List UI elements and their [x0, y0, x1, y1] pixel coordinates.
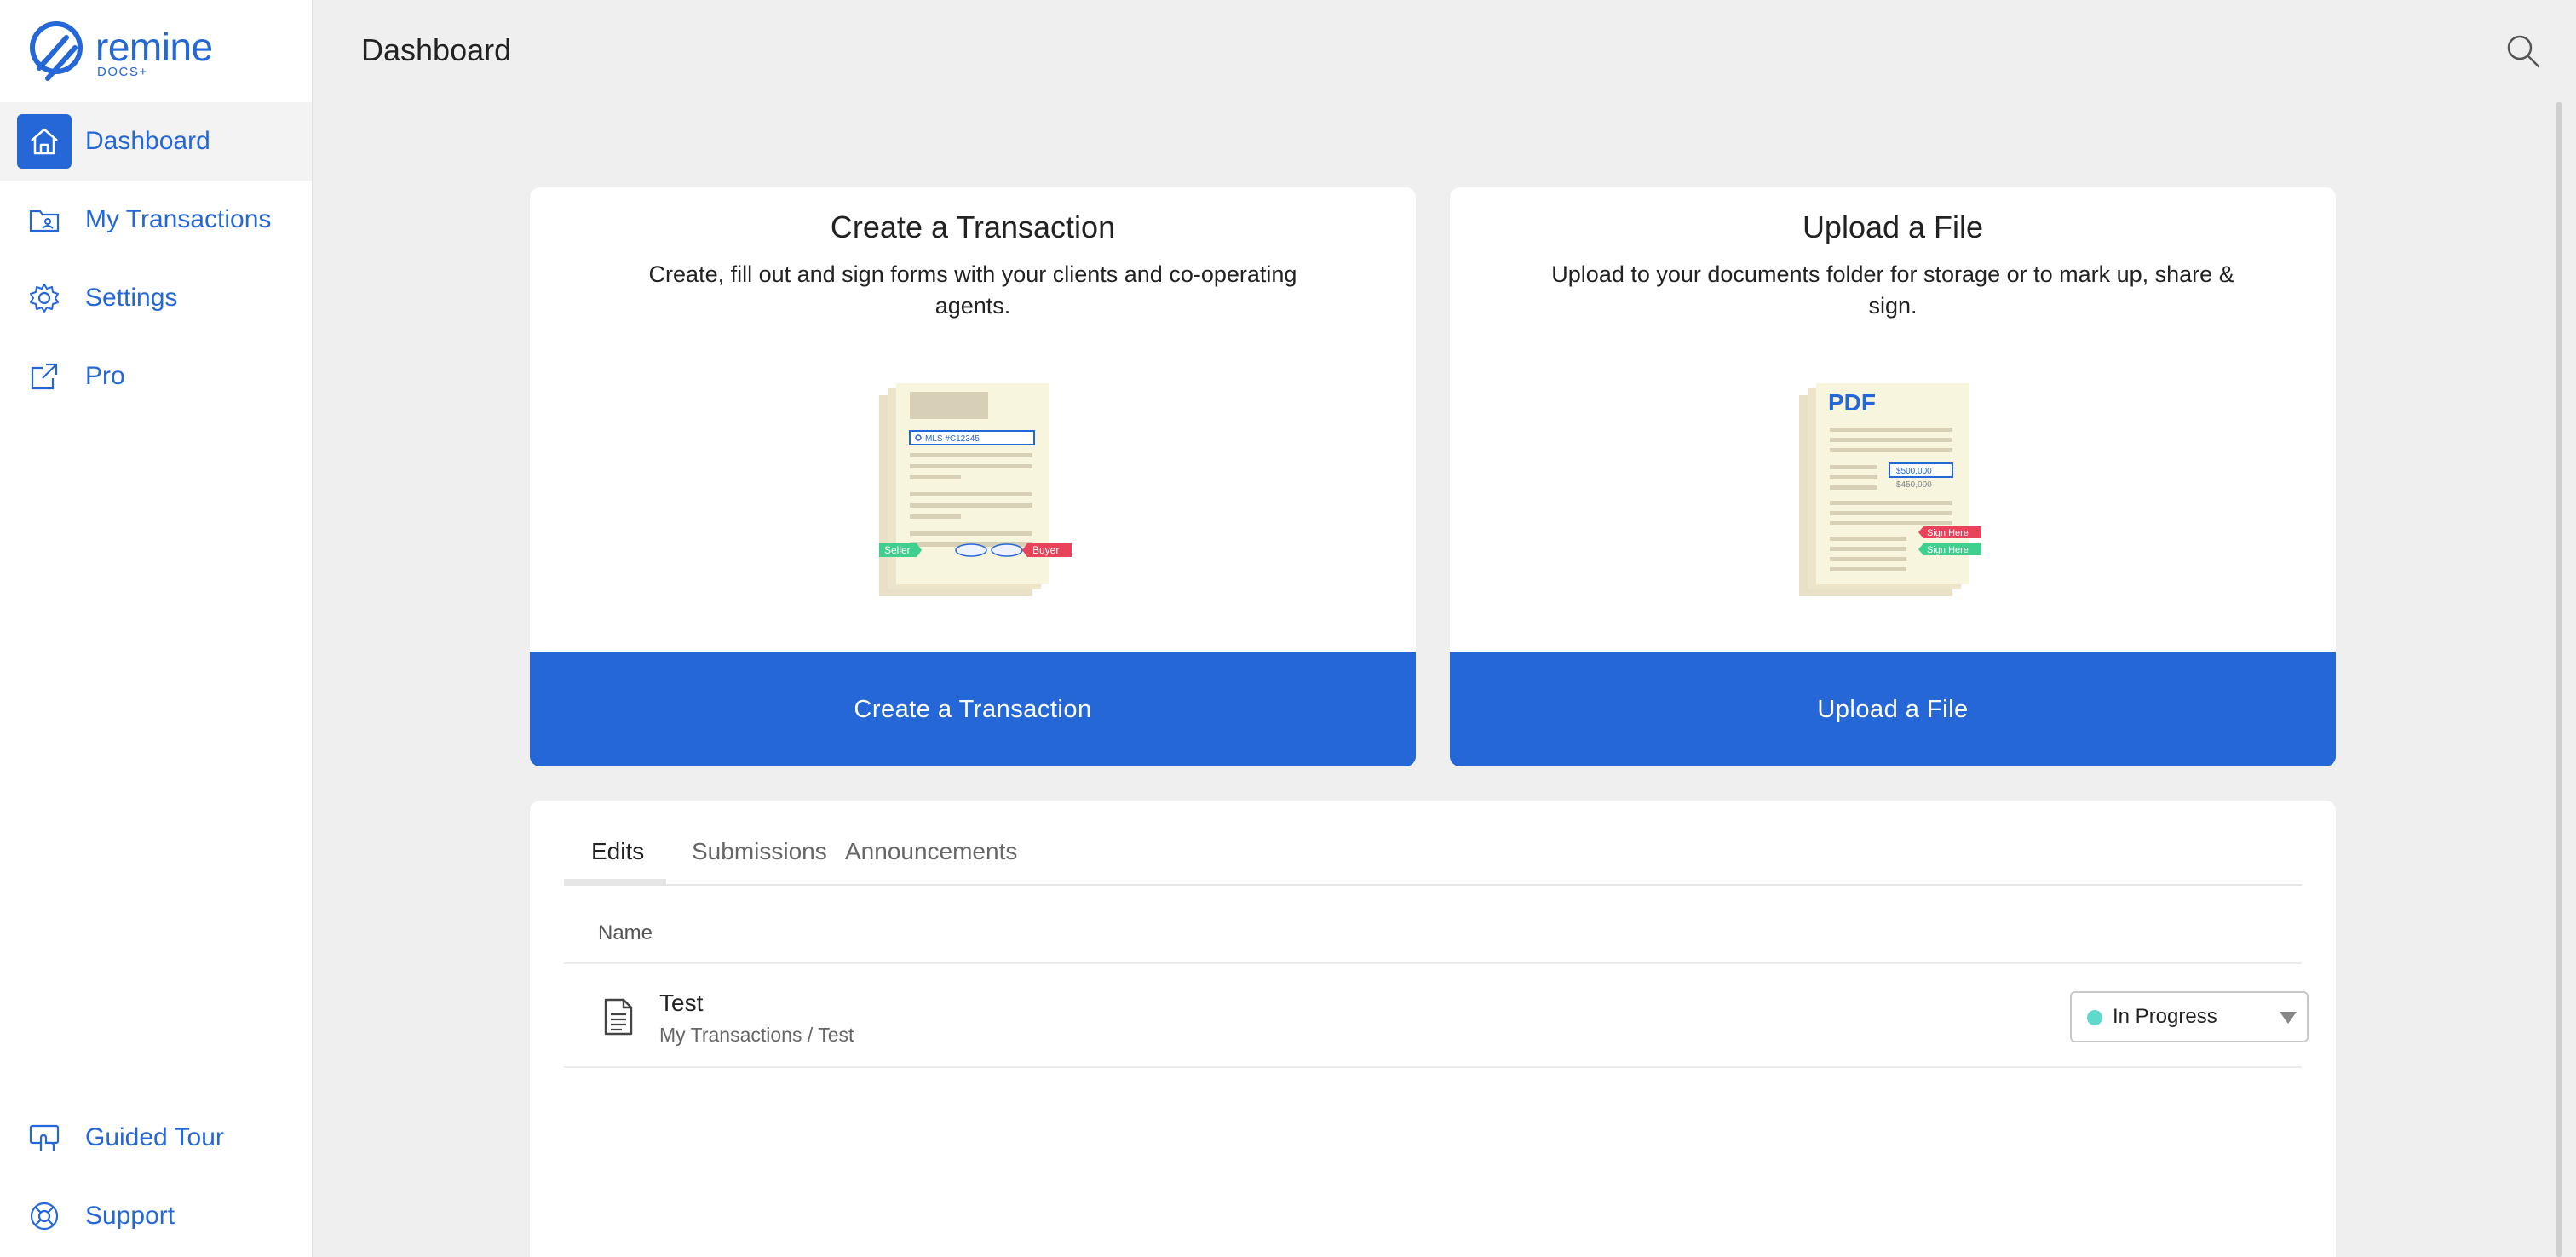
create-transaction-card: Create a Transaction Create, fill out an…	[530, 187, 1416, 766]
old-price-text: $450,000	[1896, 480, 1932, 490]
row-name[interactable]: Test	[659, 990, 703, 1017]
column-header-name[interactable]: Name	[598, 921, 653, 945]
sidebar-item-support[interactable]: Support	[0, 1177, 312, 1255]
sidebar-item-label: Pro	[85, 362, 125, 390]
activity-panel: Edits Submissions Announcements Name Tes…	[530, 801, 2336, 1257]
sign-here-tag: Sign Here	[1927, 528, 1969, 538]
remine-logo-mark-icon	[30, 21, 83, 81]
buyer-tag: Buyer	[1032, 544, 1059, 556]
upload-file-button[interactable]: Upload a File	[1450, 652, 2336, 766]
sidebar-item-settings[interactable]: Settings	[0, 259, 312, 337]
remine-logo[interactable]: remine DOCS+	[27, 19, 223, 83]
sidebar-item-label: Settings	[85, 284, 178, 312]
mls-text: MLS #C12345	[925, 434, 980, 444]
table-row[interactable]: Test My Transactions / Test In Progress	[564, 964, 2309, 1068]
create-transaction-button[interactable]: Create a Transaction	[530, 652, 1416, 766]
scrollbar[interactable]	[2556, 102, 2562, 1257]
tab-announcements[interactable]: Announcements	[845, 838, 1017, 886]
search-icon	[2507, 35, 2540, 68]
transaction-document-illustration: MLS #C12345 Seller Buyer	[879, 383, 1072, 596]
status-value: In Progress	[2113, 1005, 2217, 1028]
pdf-document-illustration: PDF $500,000 $450,000 Sign Here Sign Her…	[1799, 383, 1981, 596]
new-price-text: $500,000	[1896, 467, 1932, 476]
tab-edits[interactable]: Edits	[591, 838, 644, 886]
folder-icon	[17, 192, 72, 247]
seller-tag: Seller	[884, 544, 911, 556]
external-link-icon	[17, 349, 72, 404]
sidebar-item-label: My Transactions	[85, 205, 272, 233]
card-title: Upload a File	[1802, 210, 1984, 244]
logo-subtext: DOCS+	[97, 65, 148, 79]
status-dot	[2087, 1010, 2102, 1025]
upload-file-card: Upload a File Upload to your documents f…	[1450, 187, 2336, 766]
card-title: Create a Transaction	[830, 210, 1116, 244]
card-description: Create, fill out and sign forms with you…	[648, 261, 1297, 319]
sidebar-item-guided-tour[interactable]: Guided Tour	[0, 1099, 312, 1177]
guided-tour-icon	[17, 1111, 72, 1165]
document-icon	[604, 998, 633, 1036]
sidebar: remine DOCS+ Dashboard My Transactions S…	[0, 0, 313, 1257]
card-description: Upload to your documents folder for stor…	[1551, 261, 2234, 319]
sidebar-item-label: Dashboard	[85, 127, 210, 155]
search-button[interactable]	[2504, 32, 2542, 70]
chevron-down-icon	[2280, 1012, 2297, 1024]
status-dropdown[interactable]: In Progress	[2070, 991, 2309, 1042]
pdf-badge: PDF	[1828, 389, 1876, 416]
logo-text: remine	[95, 25, 213, 69]
tab-bar: Edits Submissions Announcements	[564, 801, 2302, 886]
sidebar-item-pro[interactable]: Pro	[0, 337, 312, 416]
sidebar-item-label: Support	[85, 1202, 175, 1230]
sidebar-item-dashboard[interactable]: Dashboard	[0, 102, 312, 181]
row-path: My Transactions / Test	[659, 1024, 854, 1046]
sidebar-item-my-transactions[interactable]: My Transactions	[0, 181, 312, 259]
gear-icon	[17, 271, 72, 325]
page-title: Dashboard	[361, 32, 512, 67]
home-icon	[17, 114, 72, 169]
sign-here-tag: Sign Here	[1927, 545, 1969, 555]
lifebuoy-icon	[17, 1189, 72, 1243]
tab-submissions[interactable]: Submissions	[692, 838, 827, 886]
sidebar-item-label: Guided Tour	[85, 1123, 224, 1151]
